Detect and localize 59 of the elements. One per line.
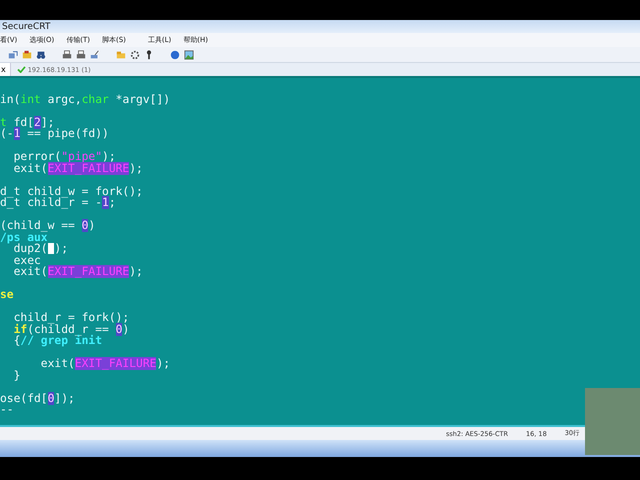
code-text: ); [102, 150, 116, 163]
code-text: ) [122, 322, 130, 336]
number-literal: 0 [116, 322, 122, 336]
code-keyword: se [0, 288, 14, 301]
code-text: exit( [12, 162, 48, 174]
number-literal: 1 [14, 127, 20, 140]
type-keyword: int [20, 92, 41, 106]
code-text: dup2( [14, 242, 48, 255]
code-text: == pipe(fd)) [27, 127, 109, 140]
key-icon[interactable] [144, 50, 154, 60]
string-literal: "pipe" [61, 150, 102, 163]
code-keyword: if [12, 322, 28, 336]
code-text: { [12, 334, 20, 347]
code-comment: /ps aux [0, 230, 48, 244]
number-literal: 1 [102, 196, 109, 209]
code-text: -- [0, 403, 14, 416]
code-comment: // grep init [20, 334, 102, 347]
code-text: (childd_r == [27, 322, 109, 336]
folder-icon[interactable] [22, 50, 32, 60]
photo-placeholder [585, 388, 640, 455]
type-keyword: char [82, 92, 109, 106]
code-text: child_r = fork(); [12, 311, 130, 324]
code-text: in( [0, 92, 20, 106]
picture-icon[interactable] [184, 50, 194, 60]
text-cursor [48, 243, 54, 254]
code-text: (- [0, 127, 14, 140]
number-literal: 0 [82, 219, 88, 232]
code-text: d_t child_r = - [0, 196, 102, 209]
code-text: ); [54, 242, 68, 255]
window-title: SecureCRT [2, 22, 50, 32]
code-text: ); [156, 357, 170, 370]
constant-name: EXIT_FAILURE [48, 162, 130, 174]
code-text: exit( [12, 265, 48, 278]
code-text: d_t child_w = fork(); [0, 184, 143, 198]
code-text: ); [129, 265, 143, 278]
code-text: perror( [12, 150, 62, 163]
number-literal: 2 [34, 116, 41, 128]
constant-name: EXIT_FAILURE [74, 357, 156, 370]
edit-icon[interactable] [90, 50, 100, 60]
close-tab-button[interactable]: x [0, 63, 11, 76]
binoculars-icon[interactable] [36, 50, 46, 60]
code-text: argc, [46, 92, 82, 106]
code-text: exit( [40, 357, 75, 370]
printer-icon[interactable] [76, 50, 86, 60]
code-text: ); [129, 162, 143, 174]
number-literal: 0 [48, 392, 54, 404]
printer-icon[interactable] [62, 50, 72, 60]
constant-name: EXIT_FAILURE [48, 265, 130, 278]
code-text: ; [108, 196, 116, 209]
type-keyword: t [0, 116, 7, 128]
code-text: exec [12, 254, 41, 266]
code-text: *argv[]) [114, 92, 170, 106]
code-text: ) [88, 219, 96, 232]
code-text: } [12, 368, 20, 382]
code-text: ose(fd[ [0, 392, 48, 404]
code-text: fd[ [12, 116, 34, 128]
code-text: ]); [54, 392, 75, 404]
code-text: (child_w == [0, 219, 76, 232]
code-text: ]; [40, 116, 54, 128]
